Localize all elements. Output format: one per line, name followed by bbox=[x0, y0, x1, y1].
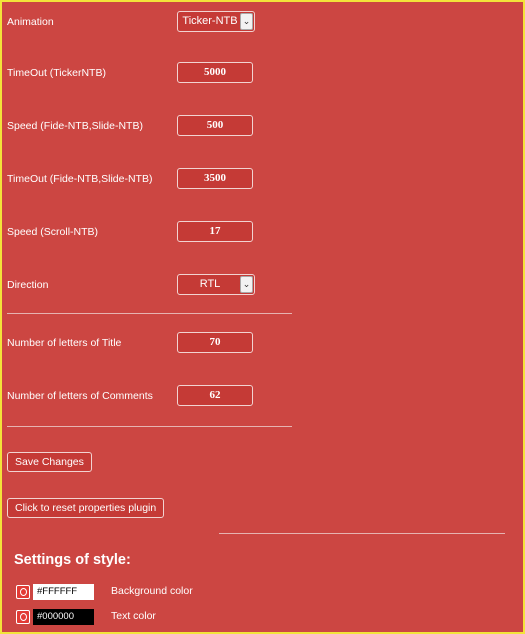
comment-letters-input[interactable]: 62 bbox=[177, 385, 253, 406]
divider bbox=[219, 533, 505, 534]
title-letters-label: Number of letters of Title bbox=[7, 337, 122, 349]
save-changes-button[interactable]: Save Changes bbox=[7, 452, 92, 472]
direction-label: Direction bbox=[7, 279, 49, 291]
background-color-label: Background color bbox=[111, 585, 193, 597]
background-color-input[interactable]: #FFFFFF bbox=[33, 584, 94, 600]
divider bbox=[7, 426, 292, 427]
color-picker-icon[interactable] bbox=[16, 610, 30, 624]
style-settings-heading: Settings of style: bbox=[14, 552, 131, 568]
chevron-down-icon[interactable]: ⌄ bbox=[240, 276, 253, 293]
speed-scroll-label: Speed (Scroll-NTB) bbox=[7, 226, 99, 238]
divider bbox=[7, 313, 292, 314]
reset-properties-button[interactable]: Click to reset properties plugin bbox=[7, 498, 165, 518]
title-letters-input[interactable]: 70 bbox=[177, 332, 253, 353]
timeout-fade-slide-label: TimeOut (Fide-NTB,Slide-NTB) bbox=[7, 173, 153, 185]
timeout-ticker-input[interactable]: 5000 bbox=[177, 62, 253, 83]
speed-fade-slide-input[interactable]: 500 bbox=[177, 115, 253, 136]
animation-label: Animation bbox=[7, 16, 54, 28]
animation-select[interactable]: Ticker-NTB ⌄ bbox=[177, 11, 255, 32]
chevron-down-icon[interactable]: ⌄ bbox=[240, 13, 253, 30]
direction-select[interactable]: RTL ⌄ bbox=[177, 274, 255, 295]
animation-select-value: Ticker-NTB bbox=[182, 15, 238, 27]
comment-letters-label: Number of letters of Comments bbox=[7, 390, 153, 402]
speed-fade-slide-label: Speed (Fide-NTB,Slide-NTB) bbox=[7, 120, 143, 132]
speed-scroll-input[interactable]: 17 bbox=[177, 221, 253, 242]
color-picker-icon[interactable] bbox=[16, 585, 30, 599]
settings-panel: Animation Ticker-NTB ⌄ TimeOut (TickerNT… bbox=[0, 0, 525, 634]
text-color-label: Text color bbox=[111, 610, 156, 622]
timeout-fade-slide-input[interactable]: 3500 bbox=[177, 168, 253, 189]
text-color-input[interactable]: #000000 bbox=[33, 609, 94, 625]
direction-select-value: RTL bbox=[199, 278, 221, 290]
timeout-ticker-label: TimeOut (TickerNTB) bbox=[7, 67, 106, 79]
